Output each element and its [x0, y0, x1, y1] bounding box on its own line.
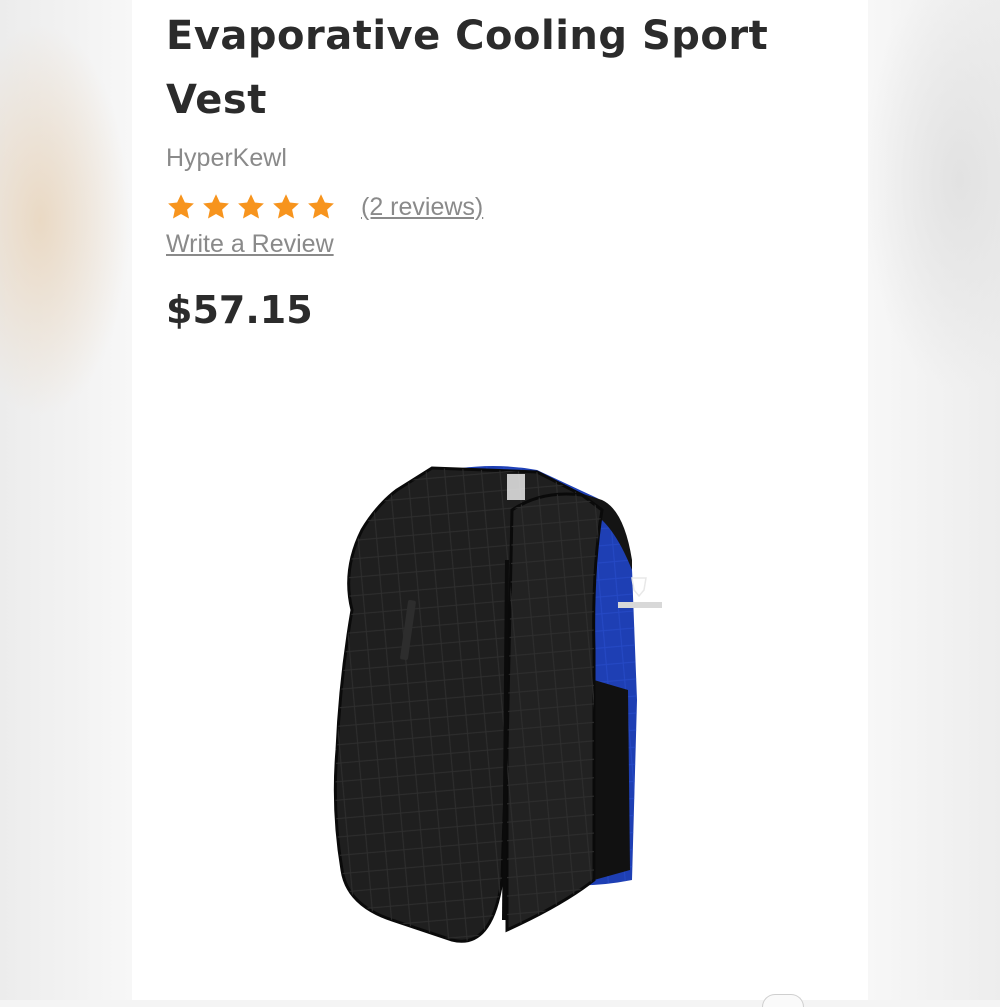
vest-side-mesh: [594, 680, 630, 880]
product-image[interactable]: [332, 450, 712, 960]
write-review-link[interactable]: Write a Review: [166, 230, 334, 259]
star-icon: [236, 192, 266, 222]
star-icon: [306, 192, 336, 222]
reviews-link[interactable]: (2 reviews): [361, 193, 483, 222]
vest-image: [332, 450, 712, 960]
star-icon: [201, 192, 231, 222]
product-title: Evaporative Cooling Sport Vest: [166, 4, 806, 132]
star-rating: [166, 192, 336, 222]
product-price: $57.15: [166, 288, 313, 332]
product-brand[interactable]: HyperKewl: [166, 144, 287, 173]
product-rating: (2 reviews): [166, 192, 483, 222]
star-icon: [166, 192, 196, 222]
star-icon: [271, 192, 301, 222]
carousel-indicator[interactable]: [762, 994, 804, 1007]
product-card: Evaporative Cooling Sport Vest HyperKewl…: [132, 0, 868, 1000]
